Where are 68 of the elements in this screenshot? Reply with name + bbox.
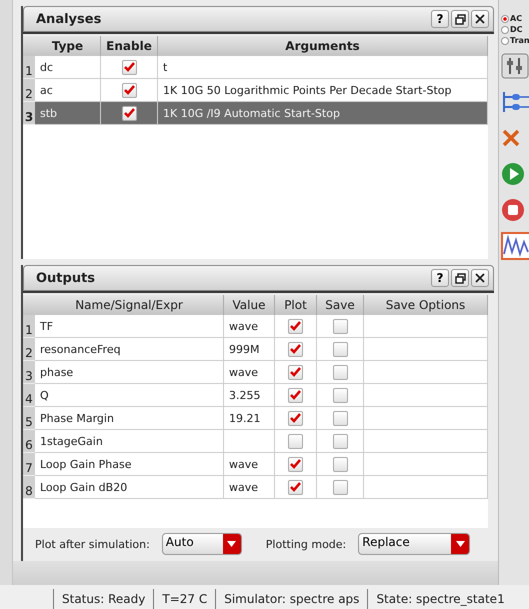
analysis-row[interactable]: 2 ac 1K 10G 50 Logarithmic Points Per Decade Start-Stop [23, 79, 488, 102]
row-number: 4 [23, 384, 35, 408]
checkbox[interactable] [288, 480, 303, 495]
field-label: Plotting mode: [266, 538, 346, 551]
checkbox[interactable] [332, 456, 348, 472]
checkbox[interactable] [288, 342, 303, 357]
analysis-radio[interactable]: Tran [501, 36, 529, 45]
toolbar-button[interactable] [501, 231, 529, 261]
close-icon [475, 14, 485, 24]
checkbox[interactable] [288, 456, 303, 472]
analysis-radio[interactable]: DC [501, 25, 523, 34]
checkbox[interactable] [332, 342, 348, 357]
checkbox[interactable] [288, 410, 303, 426]
checkbox[interactable] [332, 410, 348, 426]
checkbox[interactable] [288, 388, 303, 403]
play-icon [501, 162, 525, 186]
status-text: State: spectre_state1 [367, 589, 513, 609]
help-button[interactable]: ? [431, 269, 449, 288]
float-button[interactable] [451, 269, 469, 288]
type-cell: stb [35, 102, 101, 125]
status-text: Status: Ready [53, 589, 154, 609]
waveform-icon [501, 232, 529, 260]
checkbox[interactable] [332, 434, 348, 449]
analysis-row[interactable]: 1 dc t [23, 56, 488, 79]
cross-icon [501, 128, 521, 148]
checkbox[interactable] [122, 60, 136, 74]
toolbar-button[interactable] [501, 51, 529, 81]
close-icon [475, 273, 485, 284]
stop-icon [501, 198, 525, 222]
checkbox[interactable] [332, 480, 348, 495]
close-button[interactable] [471, 269, 489, 288]
restore-icon [454, 14, 466, 24]
caret-icon [227, 541, 236, 548]
row-number: 8 [23, 476, 35, 500]
checkbox[interactable] [332, 364, 348, 380]
field-label: Plot after simulation: [35, 538, 150, 551]
row-number: 7 [23, 453, 35, 476]
float-button[interactable] [451, 10, 469, 28]
checkbox[interactable] [332, 388, 348, 403]
checkbox[interactable] [122, 82, 136, 98]
analysis-row[interactable]: 3 stb 1K 10G /I9 Automatic Start-Stop [23, 102, 488, 125]
value-cell: wave [224, 476, 275, 500]
arguments-cell: 1K 10G /I9 Automatic Start-Stop [158, 102, 488, 125]
checkbox[interactable] [288, 318, 303, 334]
checkbox[interactable] [288, 364, 303, 380]
close-button[interactable] [471, 10, 489, 28]
status-text: Simulator: spectre aps [215, 589, 368, 609]
checkbox[interactable] [288, 434, 303, 449]
row-number: 6 [23, 430, 35, 454]
row-number: 1 [23, 56, 35, 79]
status-text: T=27 C [153, 589, 216, 609]
row-number: 5 [23, 407, 35, 430]
panel-title: Outputs [36, 270, 96, 286]
row-number: 3 [23, 361, 35, 384]
checkbox[interactable] [332, 318, 348, 334]
row-number: 2 [23, 79, 35, 102]
row-number: 2 [23, 338, 35, 362]
help-button[interactable]: ? [431, 10, 449, 28]
plot-after-dropdown[interactable]: Auto [162, 533, 242, 556]
row-number: 1 [23, 315, 35, 338]
row-number: 3 [23, 102, 35, 125]
caret-icon [456, 541, 465, 548]
restore-icon [454, 272, 466, 284]
plotting-mode-dropdown[interactable]: Replace [358, 533, 470, 556]
analysis-radio[interactable]: AC [501, 14, 522, 23]
checkbox[interactable] [122, 106, 136, 120]
name-cell: Loop Gain dB20 [35, 476, 224, 500]
panel-title: Analyses [36, 12, 102, 26]
